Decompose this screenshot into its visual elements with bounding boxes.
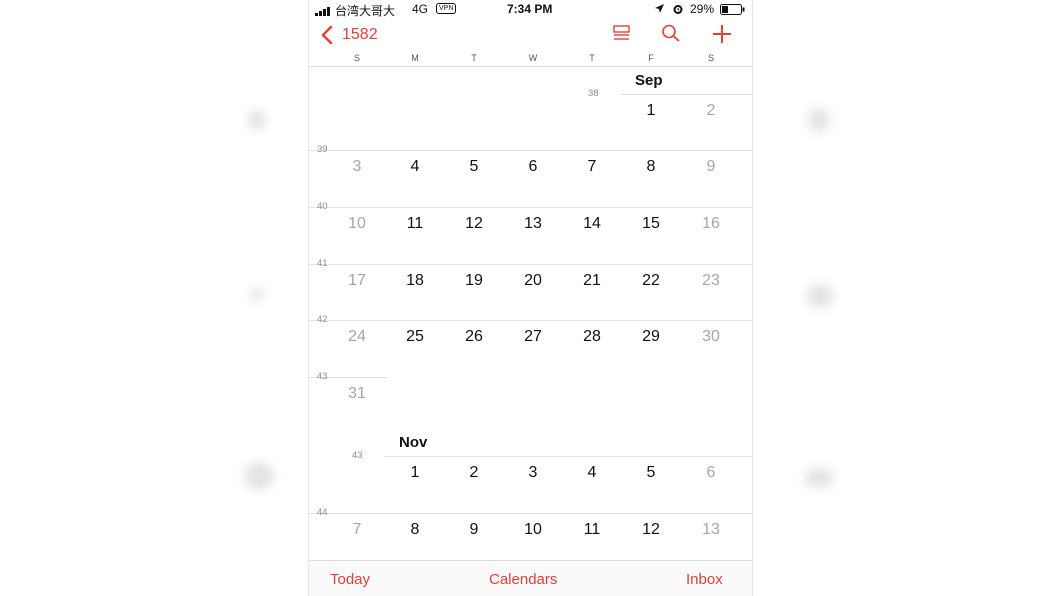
calendar-day[interactable]: 3 <box>337 158 377 176</box>
status-bar: 台湾大哥大 4G VPN 7:34 PM 29% <box>309 0 752 18</box>
calendars-button[interactable]: Calendars <box>489 571 557 588</box>
weekday-label: W <box>528 53 538 63</box>
alarm-icon <box>672 3 684 18</box>
week-number: 39 <box>317 144 328 155</box>
tab-bar: Today Calendars Inbox <box>309 560 752 596</box>
calendar-day[interactable]: 21 <box>572 272 612 290</box>
calendar-day[interactable]: 27 <box>513 328 553 346</box>
week-number: 38 <box>588 88 599 99</box>
calendar-day[interactable]: 29 <box>631 328 671 346</box>
month-label: Nov <box>399 434 428 451</box>
inbox-button[interactable]: Inbox <box>686 571 723 588</box>
weekday-label: M <box>411 53 419 63</box>
week-separator <box>309 150 752 151</box>
calendar-day[interactable]: 11 <box>395 215 435 233</box>
calendar-day[interactable]: 12 <box>454 215 494 233</box>
calendar-day[interactable]: 9 <box>691 158 731 176</box>
signal-icon <box>315 5 333 19</box>
calendar-day[interactable]: 8 <box>395 521 435 539</box>
week-separator <box>385 456 752 457</box>
calendar-day[interactable]: 2 <box>454 464 494 482</box>
calendar-day[interactable]: 14 <box>572 215 612 233</box>
weekday-label: T <box>589 53 595 63</box>
calendar-day[interactable]: 16 <box>691 215 731 233</box>
calendar-day[interactable]: 4 <box>395 158 435 176</box>
week-separator <box>309 207 752 208</box>
calendar-day[interactable]: 10 <box>337 215 377 233</box>
weekday-label: F <box>648 53 654 63</box>
calendar-day[interactable]: 31 <box>337 385 377 403</box>
blurred-background-shape <box>808 108 830 132</box>
calendar-day[interactable]: 6 <box>513 158 553 176</box>
calendar-day[interactable]: 6 <box>691 464 731 482</box>
week-number: 43 <box>352 450 363 461</box>
calendar-day[interactable]: 13 <box>513 215 553 233</box>
blurred-background-shape <box>250 288 264 300</box>
calendar-day[interactable]: 13 <box>691 521 731 539</box>
back-year-label: 1582 <box>342 26 378 43</box>
blurred-background-shape <box>806 284 834 308</box>
week-number: 44 <box>317 507 328 518</box>
calendar-day[interactable]: 4 <box>572 464 612 482</box>
location-arrow-icon <box>654 3 665 17</box>
search-icon[interactable] <box>661 24 681 47</box>
calendar-day[interactable]: 15 <box>631 215 671 233</box>
calendar-day[interactable]: 17 <box>337 272 377 290</box>
calendar-day[interactable]: 5 <box>454 158 494 176</box>
blurred-background-shape <box>804 468 834 488</box>
battery-percentage: 29% <box>690 2 715 16</box>
calendar-day[interactable]: 23 <box>691 272 731 290</box>
today-button[interactable]: Today <box>330 571 370 588</box>
calendar-day[interactable]: 30 <box>691 328 731 346</box>
calendar-day[interactable]: 8 <box>631 158 671 176</box>
navigation-bar: 1582 <box>309 20 752 50</box>
calendar-day[interactable]: 3 <box>513 464 553 482</box>
blurred-background-shape <box>244 462 274 490</box>
calendar-day[interactable]: 5 <box>631 464 671 482</box>
calendar-day[interactable]: 1 <box>395 464 435 482</box>
week-separator <box>621 94 752 95</box>
calendar-day[interactable]: 11 <box>572 521 612 539</box>
calendar-day[interactable]: 24 <box>337 328 377 346</box>
weekday-label: S <box>707 53 714 63</box>
week-separator <box>309 320 752 321</box>
blurred-background-shape <box>248 110 266 130</box>
weekday-header-row: S M T W T F S <box>309 51 752 67</box>
chevron-left-icon <box>321 25 333 49</box>
weekday-label: T <box>471 53 477 63</box>
network-type: 4G <box>412 2 429 16</box>
calendar-day[interactable]: 25 <box>395 328 435 346</box>
calendar-day[interactable]: 1 <box>631 102 671 120</box>
list-view-icon[interactable] <box>613 25 631 46</box>
calendar-day[interactable]: 7 <box>337 521 377 539</box>
calendar-day[interactable]: 10 <box>513 521 553 539</box>
calendar-day[interactable]: 26 <box>454 328 494 346</box>
week-number: 43 <box>317 371 328 382</box>
calendar-day[interactable]: 20 <box>513 272 553 290</box>
calendar-app-screen: 台湾大哥大 4G VPN 7:34 PM 29% 1582 S M T W T … <box>308 0 753 596</box>
calendar-day[interactable]: 9 <box>454 521 494 539</box>
carrier-name: 台湾大哥大 <box>335 4 396 18</box>
calendar-day[interactable]: 12 <box>631 521 671 539</box>
week-separator <box>309 264 752 265</box>
week-number: 42 <box>317 314 328 325</box>
vpn-badge: VPN <box>436 3 457 14</box>
status-time: 7:34 PM <box>507 2 553 16</box>
week-number: 41 <box>317 258 328 269</box>
weekday-label: S <box>353 53 360 63</box>
battery-icon <box>720 4 745 18</box>
calendar-day[interactable]: 22 <box>631 272 671 290</box>
calendar-day[interactable]: 7 <box>572 158 612 176</box>
calendar-day[interactable]: 28 <box>572 328 612 346</box>
calendar-day[interactable]: 2 <box>691 102 731 120</box>
add-icon[interactable] <box>712 24 732 49</box>
week-number: 40 <box>317 201 328 212</box>
back-button[interactable]: 1582 <box>321 25 391 45</box>
month-label: Sep <box>635 72 663 89</box>
week-separator <box>309 513 752 514</box>
calendar-day[interactable]: 19 <box>454 272 494 290</box>
calendar-day[interactable]: 18 <box>395 272 435 290</box>
